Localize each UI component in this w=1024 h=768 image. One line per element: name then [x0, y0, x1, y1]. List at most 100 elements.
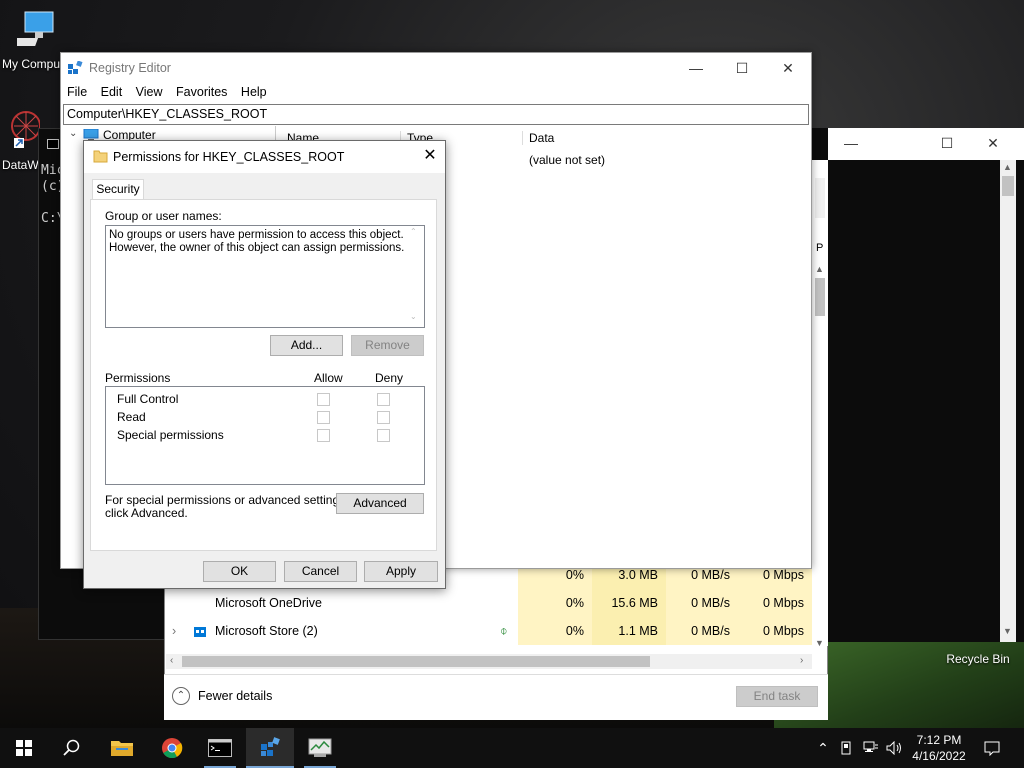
network-icon[interactable]	[860, 728, 882, 768]
desktop-icon-recycle-bin[interactable]: Recycle Bin	[940, 652, 1016, 666]
notification-icon	[984, 741, 1000, 756]
store-icon	[193, 617, 209, 645]
add-button[interactable]: Add...	[270, 335, 343, 356]
process-name: Microsoft Store (2)	[215, 624, 318, 638]
action-center-button[interactable]	[978, 728, 1006, 768]
permission-name: Full Control	[117, 392, 179, 406]
command-prompt-button[interactable]	[196, 728, 244, 768]
search-icon	[63, 739, 80, 756]
scrollbar-thumb[interactable]	[1002, 176, 1014, 196]
cancel-button[interactable]: Cancel	[284, 561, 357, 582]
scroll-up-icon[interactable]: ⌃	[410, 227, 417, 236]
usb-icon[interactable]	[838, 728, 854, 768]
maximize-icon[interactable]: ☐	[719, 53, 765, 83]
clock-date: 4/16/2022	[912, 749, 966, 763]
address-bar[interactable]: Computer\HKEY_CLASSES_ROOT	[63, 104, 809, 125]
chevron-up-icon[interactable]: ⌃	[172, 687, 190, 705]
terminal-icon	[208, 739, 232, 757]
menu-favorites[interactable]: Favorites	[176, 85, 227, 99]
scroll-left-icon[interactable]: ‹	[170, 655, 173, 666]
background-window	[812, 128, 1024, 642]
cpu-cell: 0%	[518, 589, 592, 617]
remove-button[interactable]: Remove	[351, 335, 424, 356]
menu-file[interactable]: File	[67, 85, 87, 99]
chrome-icon	[162, 738, 183, 759]
group-list[interactable]: No groups or users have permission to ac…	[105, 225, 425, 328]
datawrangler-icon	[11, 111, 41, 148]
menu-help[interactable]: Help	[241, 85, 267, 99]
expand-chevron-icon[interactable]: ⌄	[69, 128, 77, 139]
minimize-icon[interactable]: —	[673, 53, 719, 83]
scroll-right-icon[interactable]: ›	[800, 655, 803, 666]
scroll-down-icon[interactable]: ▼	[1003, 626, 1012, 636]
fewer-details-link[interactable]: Fewer details	[198, 689, 272, 703]
cpu-cell: 0%	[518, 617, 592, 645]
registry-titlebar[interactable]: Registry Editor — ☐ ✕	[61, 53, 811, 83]
minimize-icon[interactable]: —	[828, 128, 874, 158]
table-row[interactable]: › Microsoft Store (2) ⌽ 0% 1.1 MB 0 MB/s…	[164, 617, 812, 645]
special-permissions-text: For special permissions or advanced sett…	[105, 493, 349, 507]
dialog-titlebar[interactable]: Permissions for HKEY_CLASSES_ROOT ✕	[84, 141, 445, 173]
windows-icon	[16, 740, 32, 756]
value-data[interactable]: (value not set)	[529, 153, 605, 167]
file-explorer-button[interactable]	[98, 728, 146, 768]
desktop-icon-label: Recycle Bin	[946, 652, 1010, 666]
leaf-icon: ⌽	[500, 624, 508, 638]
allow-checkbox[interactable]	[317, 411, 330, 424]
show-hidden-icons[interactable]: ⌃	[812, 728, 834, 768]
scrollbar-thumb[interactable]	[182, 656, 650, 667]
scroll-down-icon[interactable]: ▼	[815, 638, 824, 648]
dialog-title: Permissions for HKEY_CLASSES_ROOT	[113, 150, 345, 164]
deny-checkbox[interactable]	[377, 411, 390, 424]
search-button[interactable]	[48, 728, 96, 768]
permissions-dialog[interactable]: Permissions for HKEY_CLASSES_ROOT ✕ Secu…	[83, 140, 446, 589]
task-manager-icon	[308, 738, 332, 757]
chrome-button[interactable]	[148, 728, 196, 768]
column-header-data[interactable]: Data	[529, 131, 554, 145]
disk-cell: 0 MB/s	[666, 617, 738, 645]
permissions-list[interactable]: Full Control Read Special permissions	[105, 386, 425, 485]
task-manager-button[interactable]	[296, 728, 344, 768]
permission-name: Read	[117, 410, 146, 424]
registry-icon	[261, 737, 280, 756]
desktop-icon-label: DataW	[2, 158, 39, 172]
maximize-icon[interactable]: ☐	[924, 128, 970, 158]
volume-icon[interactable]	[884, 728, 906, 768]
scroll-down-icon[interactable]: ⌄	[410, 312, 417, 321]
menu-view[interactable]: View	[136, 85, 163, 99]
apply-button[interactable]: Apply	[364, 561, 438, 582]
tm-right-edge: P ▲ ▼	[812, 160, 828, 648]
expand-chevron-icon[interactable]: ›	[172, 617, 184, 645]
table-row[interactable]: Microsoft OneDrive 0% 15.6 MB 0 MB/s 0 M…	[164, 589, 812, 617]
close-icon[interactable]: ✕	[970, 128, 1016, 158]
horizontal-scrollbar[interactable]: ‹ ›	[166, 654, 812, 669]
scroll-up-icon[interactable]: ▲	[815, 264, 824, 274]
scrollbar-thumb[interactable]	[815, 278, 825, 316]
allow-checkbox[interactable]	[317, 393, 330, 406]
ok-button[interactable]: OK	[203, 561, 276, 582]
tm-column-header-partial: P	[816, 242, 824, 254]
desktop-icon-datawrangler[interactable]: DataW	[2, 108, 42, 172]
menu-edit[interactable]: Edit	[101, 85, 123, 99]
clock-time: 7:12 PM	[916, 733, 962, 747]
allow-checkbox[interactable]	[317, 429, 330, 442]
deny-checkbox[interactable]	[377, 429, 390, 442]
advanced-button[interactable]: Advanced	[336, 493, 424, 514]
clock[interactable]: 7:12 PM 4/16/2022	[906, 728, 972, 768]
tab-security[interactable]: Security	[92, 179, 144, 200]
deny-checkbox[interactable]	[377, 393, 390, 406]
registry-editor-button[interactable]	[246, 728, 294, 768]
folder-icon	[111, 741, 133, 756]
cmd-icon	[47, 139, 59, 149]
network-cell: 0 Mbps	[738, 589, 812, 617]
end-task-button[interactable]: End task	[736, 686, 818, 707]
scroll-up-icon[interactable]: ▲	[1003, 162, 1012, 172]
close-icon[interactable]: ✕	[418, 144, 442, 168]
close-icon[interactable]: ✕	[765, 53, 811, 83]
background-window-scrollbar[interactable]: ▲ ▼	[1000, 160, 1016, 642]
group-label: Group or user names:	[105, 209, 222, 223]
start-button[interactable]	[0, 728, 48, 768]
tm-edge-shade	[815, 178, 825, 218]
registry-icon	[68, 61, 83, 74]
deny-label: Deny	[375, 371, 404, 385]
